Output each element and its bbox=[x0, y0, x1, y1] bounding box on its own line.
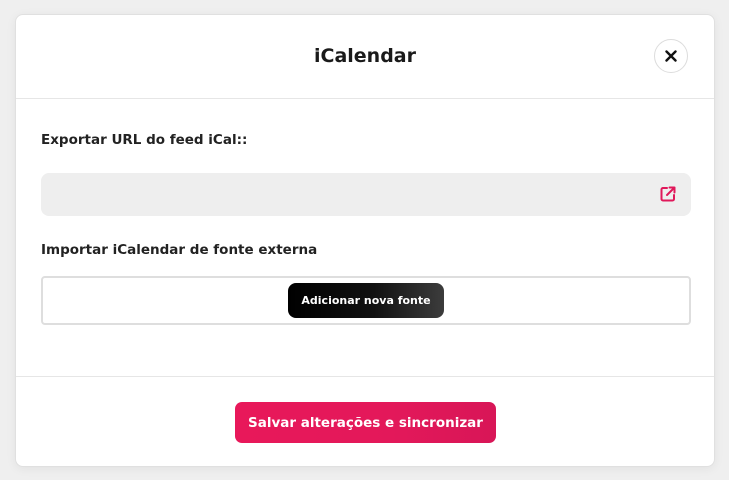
export-url-label: Exportar URL do feed iCal:: bbox=[41, 132, 248, 148]
export-url-field[interactable] bbox=[41, 173, 691, 216]
import-source-label: Importar iCalendar de fonte externa bbox=[41, 242, 318, 258]
close-button[interactable] bbox=[654, 39, 688, 73]
external-link-icon[interactable] bbox=[659, 185, 677, 203]
icalendar-modal: iCalendar Exportar URL do feed iCal:: Im… bbox=[15, 14, 715, 467]
modal-title: iCalendar bbox=[314, 45, 416, 67]
modal-footer: Salvar alterações e sincronizar bbox=[16, 378, 714, 468]
close-icon bbox=[665, 50, 677, 62]
add-source-button[interactable]: Adicionar nova fonte bbox=[288, 283, 444, 318]
modal-body: Exportar URL do feed iCal:: Importar iCa… bbox=[16, 100, 714, 377]
import-sources-box: Adicionar nova fonte bbox=[41, 276, 691, 325]
modal-header: iCalendar bbox=[16, 15, 714, 99]
save-and-sync-button[interactable]: Salvar alterações e sincronizar bbox=[235, 402, 496, 443]
